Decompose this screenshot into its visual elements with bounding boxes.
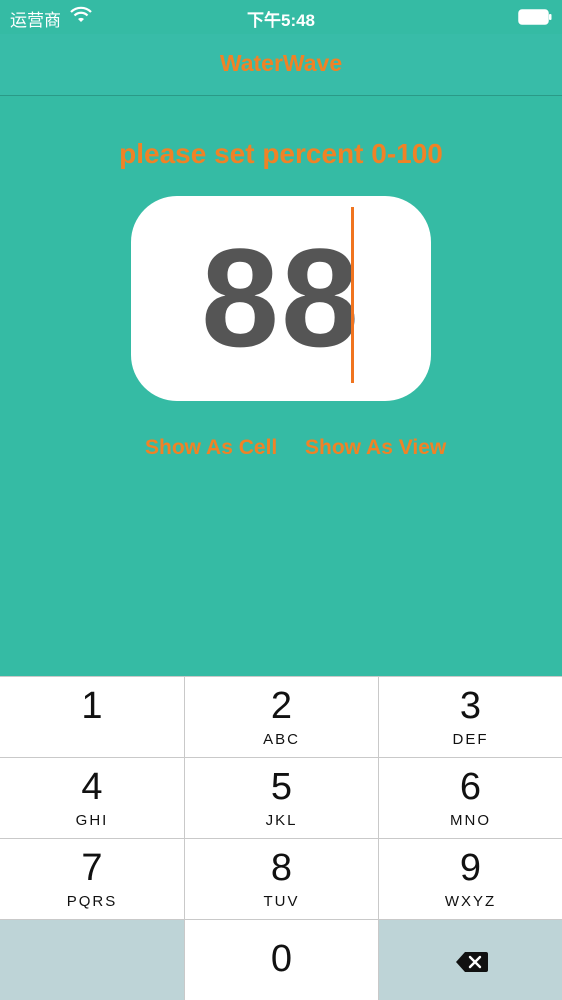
- backspace-key[interactable]: [379, 920, 562, 1000]
- key-0[interactable]: 0: [185, 920, 379, 1000]
- key-letters: MNO: [450, 812, 491, 829]
- key-letters: DEF: [452, 731, 489, 748]
- key-4[interactable]: 4 GHI: [0, 758, 185, 839]
- navigation-bar: WaterWave: [0, 34, 562, 96]
- key-letters: PQRS: [66, 893, 118, 910]
- key-digit: 1: [81, 685, 103, 727]
- key-letters: JKL: [265, 812, 298, 829]
- key-9[interactable]: 9 WXYZ: [379, 839, 562, 920]
- key-letters: TUV: [263, 893, 300, 910]
- key-digit: 9: [459, 847, 482, 889]
- key-digit: 5: [270, 766, 293, 808]
- key-6[interactable]: 6 MNO: [379, 758, 562, 839]
- key-letters: GHI: [75, 812, 109, 829]
- key-digit: 6: [459, 766, 482, 808]
- key-digit: 8: [270, 847, 293, 889]
- percent-input[interactable]: 88: [131, 196, 431, 401]
- key-letters: WXYZ: [444, 893, 497, 910]
- key-digit: 0: [270, 938, 293, 980]
- percent-prompt: please set percent 0-100: [119, 138, 443, 169]
- key-letters: ABC: [263, 731, 300, 748]
- page-title: WaterWave: [219, 50, 343, 76]
- status-bar: 运营商 下午5:48: [0, 0, 562, 34]
- key-digit: 4: [81, 766, 103, 808]
- key-3[interactable]: 3 DEF: [379, 677, 562, 758]
- key-2[interactable]: 2 ABC: [185, 677, 379, 758]
- key-digit: 3: [459, 685, 482, 727]
- clock: 下午5:48: [246, 11, 316, 30]
- key-5[interactable]: 5 JKL: [185, 758, 379, 839]
- key-8[interactable]: 8 TUV: [185, 839, 379, 920]
- number-keypad: 1 2 ABC 3 DEF 4 GHI 5 JKL 6 MNO 7 PQRS 8…: [0, 676, 562, 1000]
- backspace-icon: [456, 952, 488, 972]
- key-blank: [0, 920, 185, 1000]
- key-digit: 2: [270, 685, 293, 727]
- key-1[interactable]: 1: [0, 677, 185, 758]
- key-digit: 7: [81, 847, 103, 889]
- show-as-cell-button[interactable]: Show As Cell: [145, 436, 277, 460]
- text-caret: [351, 207, 354, 383]
- key-7[interactable]: 7 PQRS: [0, 839, 185, 920]
- battery-icon: [518, 9, 552, 25]
- show-as-view-button[interactable]: Show As View: [305, 436, 446, 460]
- percent-input-value: 88: [201, 219, 361, 376]
